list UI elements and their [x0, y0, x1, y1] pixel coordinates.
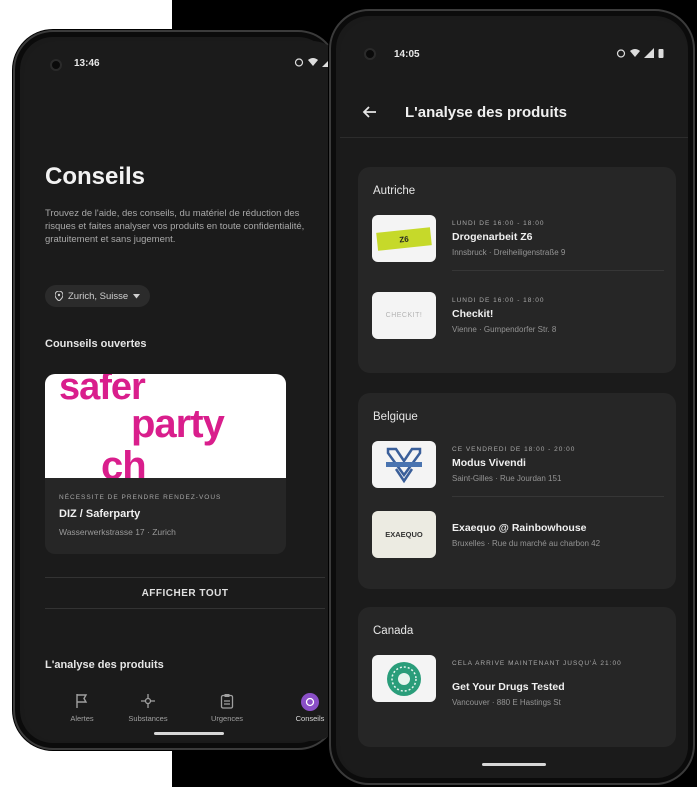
flag-icon [76, 694, 88, 708]
home-indicator[interactable] [482, 763, 546, 766]
logo-text-ch: ch [101, 444, 147, 478]
list-item[interactable]: Z6 LUNDI DE 16:00 - 18:00 Drogenarbeit Z… [372, 207, 664, 271]
app-bar: L'analyse des produits [340, 90, 688, 138]
section-title-open: Counseils ouvertes [45, 338, 147, 350]
wifi-icon [308, 58, 318, 66]
location-pin-icon [55, 291, 63, 301]
home-indicator[interactable] [154, 732, 224, 735]
nav-label: Alertes [70, 714, 94, 723]
counsel-icon [301, 693, 319, 711]
nav-label: Conseils [295, 714, 325, 723]
nav-label: Urgences [210, 714, 244, 723]
entry-address: Bruxelles · Rue du marché au charbon 42 [452, 539, 601, 548]
status-time: 14:05 [394, 49, 420, 60]
list-item[interactable]: CE VENDREDI DE 18:00 - 20:00 Modus Viven… [372, 433, 664, 497]
logo-text-party: party [131, 402, 225, 446]
list-item[interactable]: CELA ARRIVE MAINTENANT JUSQU'À 21:00 Get… [372, 647, 664, 727]
country-group-austria: Autriche Z6 LUNDI DE 16:00 - 18:00 Droge… [358, 167, 676, 373]
screen-product-analysis: 14:05 L'analyse des produits Autriche Z6… [340, 20, 688, 778]
list-item[interactable]: CHECKIT! LUNDI DE 16:00 - 18:00 Checkit!… [372, 284, 664, 348]
location-chip-label: Zurich, Suisse [68, 290, 129, 302]
wifi-icon [630, 49, 640, 57]
alarm-icon [616, 49, 626, 58]
entry-meta: LUNDI DE 16:00 - 18:00 [452, 220, 545, 227]
chevron-down-icon [133, 293, 141, 298]
nav-label: Substances [128, 714, 168, 723]
back-arrow-icon[interactable] [360, 102, 380, 122]
entry-address: Vancouver · 880 E Hastings St [452, 698, 561, 707]
entry-meta: CE VENDREDI DE 18:00 - 20:00 [452, 446, 576, 453]
page-title: L'analyse des produits [405, 104, 567, 121]
entry-meta: CELA ARRIVE MAINTENANT JUSQU'À 21:00 [452, 660, 622, 667]
checkit-logo: CHECKIT! [372, 292, 436, 339]
nav-item-alerts[interactable]: Alertes [52, 693, 112, 723]
page-title: Conseils [45, 163, 146, 190]
divider [452, 270, 664, 271]
country-title: Autriche [373, 185, 416, 197]
modus-vivendi-logo [372, 441, 436, 488]
entry-address: Saint-Gilles · Rue Jourdan 151 [452, 474, 562, 483]
z6-logo: Z6 [372, 215, 436, 262]
entry-address: Vienne · Gumpendorfer Str. 8 [452, 325, 557, 334]
section-title-analysis: L'analyse des produits [45, 659, 164, 671]
country-title: Canada [373, 625, 414, 637]
battery-icon [658, 49, 664, 58]
country-group-canada: Canada CELA ARRIVE MAINTENANT JUSQU'À 21… [358, 607, 676, 747]
country-group-belgium: Belgique CE VENDREDI DE 18:00 - 20:00 Mo… [358, 393, 676, 589]
entry-name: Drogenarbeit Z6 [452, 231, 533, 243]
location-chip[interactable]: Zurich, Suisse [45, 285, 151, 307]
entry-meta: LUNDI DE 16:00 - 18:00 [452, 297, 545, 304]
get-your-drugs-tested-logo [372, 655, 436, 702]
clipboard-icon [220, 694, 234, 709]
nav-item-emergencies[interactable]: Urgences [197, 693, 257, 723]
entry-name: Exaequo @ Rainbowhouse [452, 522, 587, 534]
page-description: Trouvez de l'aide, des conseils, du maté… [45, 208, 305, 245]
signal-icon [644, 48, 654, 58]
saferparty-logo-image: safer party ch [45, 374, 286, 478]
country-title: Belgique [373, 411, 418, 423]
phone-frame-left: 13:46 Conseils Trouvez de l'aide, des co… [13, 30, 344, 750]
entry-name: Get Your Drugs Tested [452, 681, 565, 693]
entry-name: Modus Vivendi [452, 457, 526, 469]
molecule-icon [141, 694, 155, 708]
divider [452, 496, 664, 497]
card-meta: NÉCESSITE DE PRENDRE RENDEZ-VOUS [59, 494, 222, 501]
exaequo-logo: EXAEQUO [372, 511, 436, 558]
nav-item-substances[interactable]: Substances [118, 693, 178, 723]
status-bar: 14:05 [340, 48, 688, 72]
card-name: DIZ / Saferparty [59, 508, 141, 520]
card-address: Wasserwerkstrasse 17 · Zurich [59, 527, 176, 537]
alarm-icon [294, 58, 304, 67]
phone-frame-right: 14:05 L'analyse des produits Autriche Z6… [329, 9, 695, 785]
show-all-button[interactable]: AFFICHER TOUT [45, 577, 325, 609]
counsel-card[interactable]: safer party ch NÉCESSITE DE PRENDRE REND… [45, 374, 286, 554]
entry-address: Innsbruck · Dreiheiligenstraße 9 [452, 248, 566, 257]
list-item[interactable]: EXAEQUO Exaequo @ Rainbowhouse Bruxelles… [372, 503, 664, 567]
status-bar: 13:46 [24, 57, 344, 81]
entry-name: Checkit! [452, 308, 494, 320]
status-time: 13:46 [74, 58, 100, 69]
screen-counsel: 13:46 Conseils Trouvez de l'aide, des co… [24, 41, 344, 741]
